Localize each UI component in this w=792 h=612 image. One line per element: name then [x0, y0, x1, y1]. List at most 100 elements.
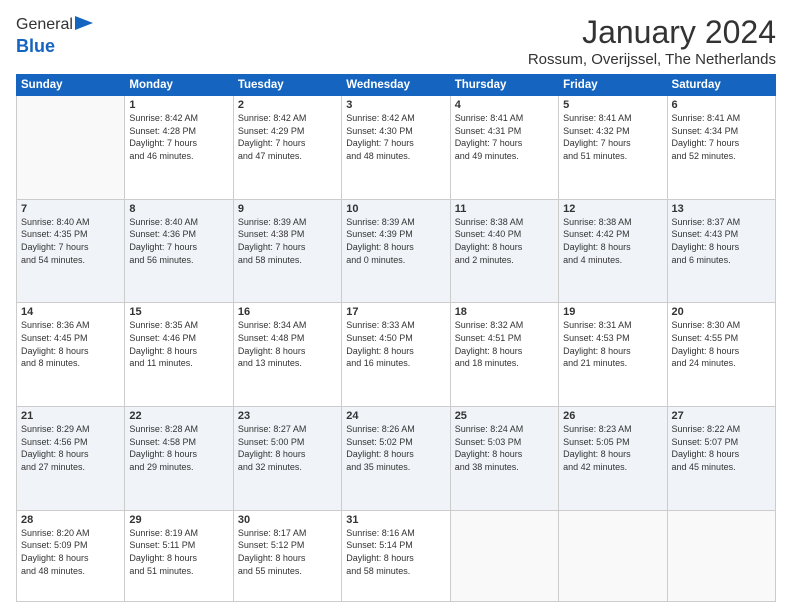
table-row: 25Sunrise: 8:24 AMSunset: 5:03 PMDayligh… [450, 407, 558, 511]
table-row: 1Sunrise: 8:42 AMSunset: 4:28 PMDaylight… [125, 96, 233, 200]
logo-arrow-icon [75, 12, 93, 34]
day-number: 19 [563, 306, 662, 318]
day-number: 3 [346, 99, 445, 111]
day-info: Sunrise: 8:30 AMSunset: 4:55 PMDaylight:… [672, 319, 771, 369]
table-row: 23Sunrise: 8:27 AMSunset: 5:00 PMDayligh… [233, 407, 341, 511]
day-info: Sunrise: 8:27 AMSunset: 5:00 PMDaylight:… [238, 423, 337, 473]
col-friday: Friday [559, 75, 667, 96]
table-row: 15Sunrise: 8:35 AMSunset: 4:46 PMDayligh… [125, 303, 233, 407]
day-number: 28 [21, 514, 120, 526]
col-thursday: Thursday [450, 75, 558, 96]
day-number: 17 [346, 306, 445, 318]
day-number: 13 [672, 203, 771, 215]
day-number: 31 [346, 514, 445, 526]
table-row: 13Sunrise: 8:37 AMSunset: 4:43 PMDayligh… [667, 199, 775, 303]
day-info: Sunrise: 8:37 AMSunset: 4:43 PMDaylight:… [672, 216, 771, 266]
day-info: Sunrise: 8:41 AMSunset: 4:34 PMDaylight:… [672, 112, 771, 162]
day-info: Sunrise: 8:34 AMSunset: 4:48 PMDaylight:… [238, 319, 337, 369]
day-info: Sunrise: 8:20 AMSunset: 5:09 PMDaylight:… [21, 527, 120, 577]
day-number: 18 [455, 306, 554, 318]
month-title: January 2024 [528, 14, 776, 51]
calendar-week-row: 7Sunrise: 8:40 AMSunset: 4:35 PMDaylight… [17, 199, 776, 303]
table-row: 12Sunrise: 8:38 AMSunset: 4:42 PMDayligh… [559, 199, 667, 303]
table-row: 5Sunrise: 8:41 AMSunset: 4:32 PMDaylight… [559, 96, 667, 200]
day-number: 22 [129, 410, 228, 422]
day-number: 29 [129, 514, 228, 526]
day-info: Sunrise: 8:16 AMSunset: 5:14 PMDaylight:… [346, 527, 445, 577]
day-number: 16 [238, 306, 337, 318]
day-number: 10 [346, 203, 445, 215]
col-sunday: Sunday [17, 75, 125, 96]
day-number: 30 [238, 514, 337, 526]
day-info: Sunrise: 8:24 AMSunset: 5:03 PMDaylight:… [455, 423, 554, 473]
day-info: Sunrise: 8:32 AMSunset: 4:51 PMDaylight:… [455, 319, 554, 369]
table-row: 7Sunrise: 8:40 AMSunset: 4:35 PMDaylight… [17, 199, 125, 303]
day-info: Sunrise: 8:26 AMSunset: 5:02 PMDaylight:… [346, 423, 445, 473]
table-row: 28Sunrise: 8:20 AMSunset: 5:09 PMDayligh… [17, 510, 125, 601]
table-row: 26Sunrise: 8:23 AMSunset: 5:05 PMDayligh… [559, 407, 667, 511]
calendar-week-row: 21Sunrise: 8:29 AMSunset: 4:56 PMDayligh… [17, 407, 776, 511]
day-number: 1 [129, 99, 228, 111]
day-info: Sunrise: 8:29 AMSunset: 4:56 PMDaylight:… [21, 423, 120, 473]
logo-general-text: General [16, 16, 73, 34]
table-row: 31Sunrise: 8:16 AMSunset: 5:14 PMDayligh… [342, 510, 450, 601]
col-tuesday: Tuesday [233, 75, 341, 96]
table-row: 11Sunrise: 8:38 AMSunset: 4:40 PMDayligh… [450, 199, 558, 303]
day-info: Sunrise: 8:39 AMSunset: 4:39 PMDaylight:… [346, 216, 445, 266]
day-info: Sunrise: 8:22 AMSunset: 5:07 PMDaylight:… [672, 423, 771, 473]
day-info: Sunrise: 8:41 AMSunset: 4:32 PMDaylight:… [563, 112, 662, 162]
day-number: 7 [21, 203, 120, 215]
table-row: 9Sunrise: 8:39 AMSunset: 4:38 PMDaylight… [233, 199, 341, 303]
col-saturday: Saturday [667, 75, 775, 96]
table-row: 6Sunrise: 8:41 AMSunset: 4:34 PMDaylight… [667, 96, 775, 200]
day-info: Sunrise: 8:28 AMSunset: 4:58 PMDaylight:… [129, 423, 228, 473]
day-info: Sunrise: 8:31 AMSunset: 4:53 PMDaylight:… [563, 319, 662, 369]
day-number: 6 [672, 99, 771, 111]
calendar-week-row: 14Sunrise: 8:36 AMSunset: 4:45 PMDayligh… [17, 303, 776, 407]
title-block: January 2024 Rossum, Overijssel, The Net… [528, 14, 776, 68]
day-info: Sunrise: 8:19 AMSunset: 5:11 PMDaylight:… [129, 527, 228, 577]
header: General Blue January 2024 Rossum, Overij… [16, 14, 776, 68]
table-row: 30Sunrise: 8:17 AMSunset: 5:12 PMDayligh… [233, 510, 341, 601]
day-number: 20 [672, 306, 771, 318]
day-number: 24 [346, 410, 445, 422]
table-row [559, 510, 667, 601]
day-info: Sunrise: 8:35 AMSunset: 4:46 PMDaylight:… [129, 319, 228, 369]
day-number: 2 [238, 99, 337, 111]
day-number: 9 [238, 203, 337, 215]
table-row: 8Sunrise: 8:40 AMSunset: 4:36 PMDaylight… [125, 199, 233, 303]
day-info: Sunrise: 8:38 AMSunset: 4:40 PMDaylight:… [455, 216, 554, 266]
table-row: 19Sunrise: 8:31 AMSunset: 4:53 PMDayligh… [559, 303, 667, 407]
day-info: Sunrise: 8:40 AMSunset: 4:35 PMDaylight:… [21, 216, 120, 266]
table-row: 14Sunrise: 8:36 AMSunset: 4:45 PMDayligh… [17, 303, 125, 407]
table-row [667, 510, 775, 601]
calendar-header-row: Sunday Monday Tuesday Wednesday Thursday… [17, 75, 776, 96]
day-info: Sunrise: 8:42 AMSunset: 4:30 PMDaylight:… [346, 112, 445, 162]
calendar-week-row: 28Sunrise: 8:20 AMSunset: 5:09 PMDayligh… [17, 510, 776, 601]
table-row: 2Sunrise: 8:42 AMSunset: 4:29 PMDaylight… [233, 96, 341, 200]
day-number: 15 [129, 306, 228, 318]
day-info: Sunrise: 8:39 AMSunset: 4:38 PMDaylight:… [238, 216, 337, 266]
day-number: 11 [455, 203, 554, 215]
day-info: Sunrise: 8:42 AMSunset: 4:28 PMDaylight:… [129, 112, 228, 162]
location: Rossum, Overijssel, The Netherlands [528, 51, 776, 68]
calendar-table: Sunday Monday Tuesday Wednesday Thursday… [16, 74, 776, 602]
day-info: Sunrise: 8:42 AMSunset: 4:29 PMDaylight:… [238, 112, 337, 162]
day-info: Sunrise: 8:38 AMSunset: 4:42 PMDaylight:… [563, 216, 662, 266]
day-number: 8 [129, 203, 228, 215]
day-info: Sunrise: 8:17 AMSunset: 5:12 PMDaylight:… [238, 527, 337, 577]
table-row: 10Sunrise: 8:39 AMSunset: 4:39 PMDayligh… [342, 199, 450, 303]
day-number: 27 [672, 410, 771, 422]
table-row: 16Sunrise: 8:34 AMSunset: 4:48 PMDayligh… [233, 303, 341, 407]
col-monday: Monday [125, 75, 233, 96]
table-row: 20Sunrise: 8:30 AMSunset: 4:55 PMDayligh… [667, 303, 775, 407]
page: General Blue January 2024 Rossum, Overij… [0, 0, 792, 612]
calendar-week-row: 1Sunrise: 8:42 AMSunset: 4:28 PMDaylight… [17, 96, 776, 200]
table-row [450, 510, 558, 601]
day-info: Sunrise: 8:40 AMSunset: 4:36 PMDaylight:… [129, 216, 228, 266]
day-number: 4 [455, 99, 554, 111]
logo-blue-text: Blue [16, 36, 55, 56]
table-row: 24Sunrise: 8:26 AMSunset: 5:02 PMDayligh… [342, 407, 450, 511]
day-info: Sunrise: 8:33 AMSunset: 4:50 PMDaylight:… [346, 319, 445, 369]
logo: General Blue [16, 14, 93, 57]
